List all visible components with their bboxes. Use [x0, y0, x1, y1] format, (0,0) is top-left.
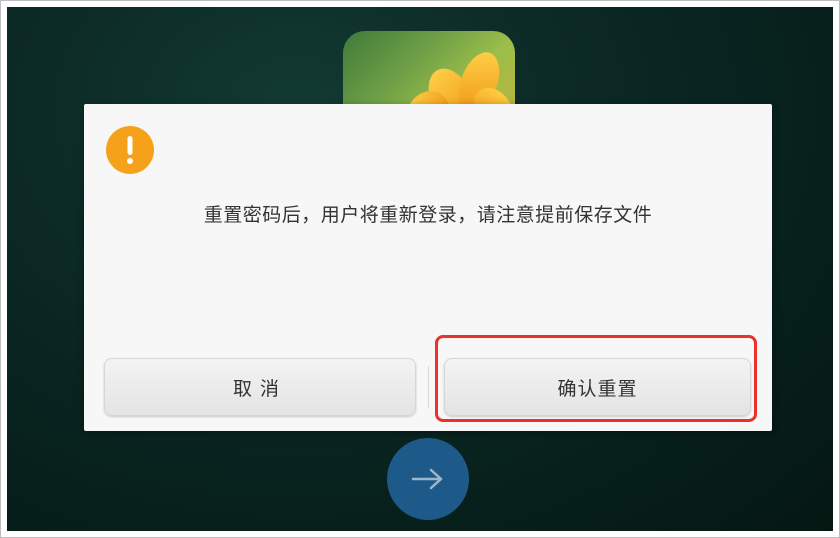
screenshot-frame: 重置密码后，用户将重新登录，请注意提前保存文件 取消 确认重置	[0, 0, 840, 538]
arrow-right-icon	[411, 468, 443, 490]
next-button[interactable]	[387, 438, 469, 520]
confirm-highlight-box	[435, 335, 757, 422]
dialog-message: 重置密码后，用户将重新登录，请注意提前保存文件	[203, 204, 653, 226]
lock-screen-background: 重置密码后，用户将重新登录，请注意提前保存文件 取消 确认重置	[7, 7, 833, 531]
cancel-button[interactable]: 取消	[104, 358, 416, 416]
button-divider	[428, 366, 429, 408]
warning-icon	[106, 126, 154, 174]
